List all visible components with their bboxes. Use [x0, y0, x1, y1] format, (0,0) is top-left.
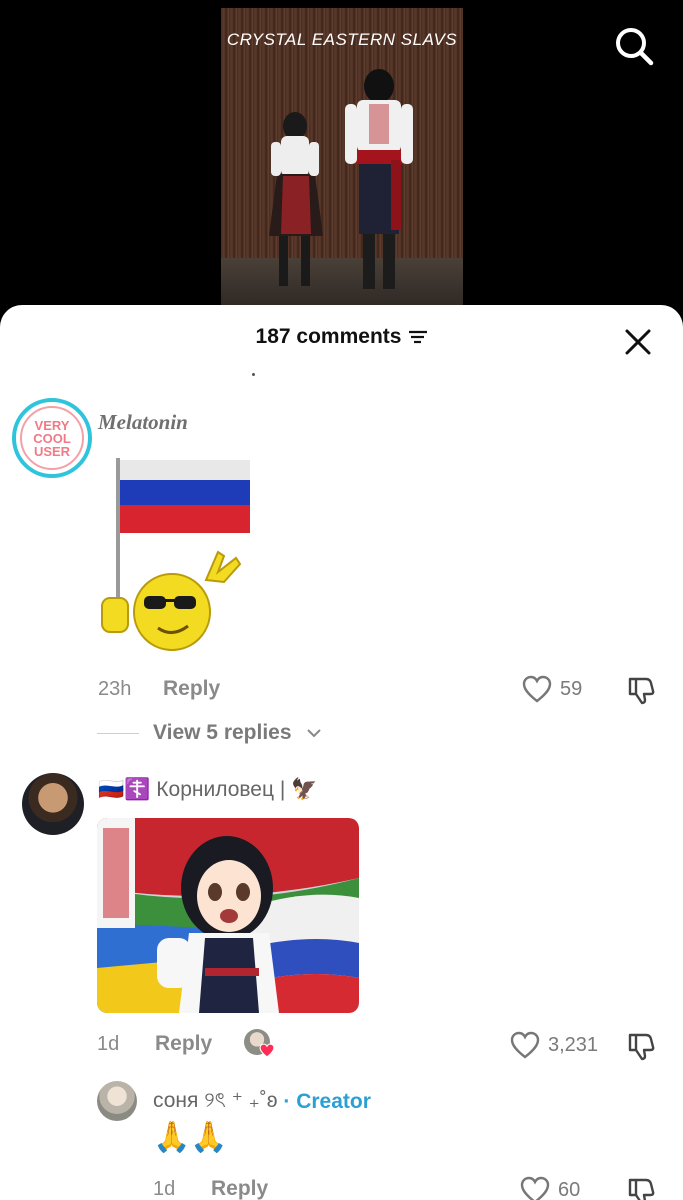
- boy-figure: [345, 69, 413, 289]
- heart-icon: [520, 1176, 550, 1200]
- like-count: 3,231: [548, 1033, 599, 1056]
- username-prefix: 🇷🇺☦️: [98, 778, 151, 801]
- comments-header: 187 comments: [0, 325, 683, 359]
- creator-label: · Creator: [283, 1089, 371, 1113]
- filter-icon: [409, 330, 428, 344]
- avatar[interactable]: [97, 1081, 137, 1121]
- comment-count-sort[interactable]: 187 comments: [256, 325, 428, 349]
- creator-liked-badge: [244, 1029, 275, 1059]
- girl-figure: [269, 112, 323, 286]
- reply-button[interactable]: Reply: [211, 1177, 268, 1200]
- chevron-down-icon: [306, 729, 321, 738]
- reply-text: 🙏🙏: [153, 1121, 228, 1154]
- reply-time: 1d: [153, 1178, 176, 1200]
- comments-sheet: 187 comments VERY COOL USER Melatonin 23…: [0, 305, 683, 1200]
- reply-username-text: соня ୨ৎ ⁺ ₊˚ʚ: [153, 1089, 278, 1112]
- heart-icon: [259, 1043, 275, 1058]
- view-replies-label: View 5 replies: [153, 721, 292, 744]
- reply-button[interactable]: Reply: [163, 677, 220, 701]
- username-text: Корниловец | 🦅: [156, 778, 318, 801]
- view-replies-button[interactable]: View 5 replies: [97, 721, 322, 745]
- like-button[interactable]: 3,231: [510, 1031, 598, 1059]
- video-area: CRYSTAL EASTERN SLAVS: [0, 0, 683, 320]
- comment-count: 187 comments: [255, 325, 402, 348]
- heart-icon: [522, 675, 552, 703]
- comment-time: 23h: [98, 678, 132, 700]
- avatar-text: VERY COOL USER: [33, 417, 71, 459]
- like-button[interactable]: 59: [522, 675, 582, 703]
- reply-button[interactable]: Reply: [155, 1032, 212, 1056]
- avatar[interactable]: VERY COOL USER: [12, 398, 92, 478]
- like-count: 59: [560, 677, 583, 700]
- video-thumbnail[interactable]: CRYSTAL EASTERN SLAVS: [221, 8, 463, 308]
- dislike-icon[interactable]: [626, 1176, 656, 1200]
- search-icon[interactable]: [612, 24, 656, 68]
- divider-line: [97, 732, 139, 734]
- comment-time: 1d: [97, 1033, 120, 1055]
- comment-username[interactable]: 🇷🇺☦️ Корниловец | 🦅: [98, 778, 317, 802]
- sticker-flag-smiley: [101, 458, 250, 651]
- separator-dot: [252, 373, 255, 376]
- video-caption: CRYSTAL EASTERN SLAVS: [226, 30, 458, 49]
- comment-image[interactable]: [97, 818, 359, 1013]
- dislike-icon[interactable]: [626, 675, 656, 705]
- avatar[interactable]: [22, 773, 84, 835]
- comment-username[interactable]: Melatonin: [98, 410, 188, 435]
- close-icon[interactable]: [625, 329, 651, 355]
- heart-icon: [510, 1031, 540, 1059]
- reply-username[interactable]: соня ୨ৎ ⁺ ₊˚ʚ · Creator: [153, 1084, 371, 1119]
- like-button[interactable]: 60: [520, 1176, 580, 1200]
- dislike-icon[interactable]: [626, 1031, 656, 1061]
- like-count: 60: [558, 1178, 581, 1200]
